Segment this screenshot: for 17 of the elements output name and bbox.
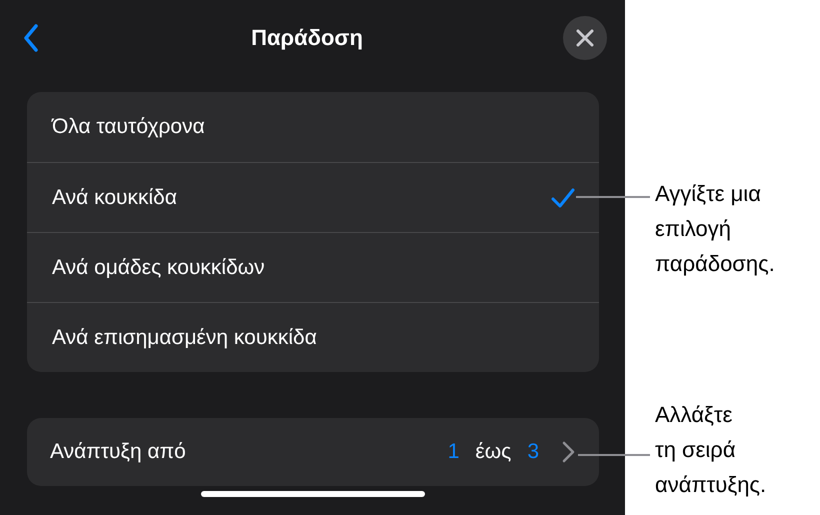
build-to: 3 xyxy=(527,440,539,464)
build-order-row[interactable]: Ανάπτυξη από 1 έως 3 xyxy=(27,418,599,486)
close-icon xyxy=(576,29,594,47)
close-button[interactable] xyxy=(562,16,607,60)
panel-title: Παράδοση xyxy=(251,25,363,51)
build-to-word: έως xyxy=(475,440,512,464)
callout-text: Αγγίξτε μια επιλογή παράδοσης. xyxy=(655,180,775,278)
back-icon xyxy=(23,24,39,52)
build-label: Ανάπτυξη από xyxy=(50,440,186,464)
leader-line xyxy=(578,454,650,456)
delivery-option[interactable]: Όλα ταυτόχρονα xyxy=(27,92,599,162)
delivery-option[interactable]: Ανά επισημασμένη κουκκίδα xyxy=(27,302,599,372)
chevron-icon xyxy=(561,441,575,463)
delivery-option[interactable]: Ανά ομάδες κουκκίδων xyxy=(27,232,599,302)
delivery-option[interactable]: Ανά κουκκίδα xyxy=(27,162,599,232)
build-from: 1 xyxy=(448,440,460,464)
callout-text: Αλλάξτε τη σειρά ανάπτυξης. xyxy=(655,401,766,499)
